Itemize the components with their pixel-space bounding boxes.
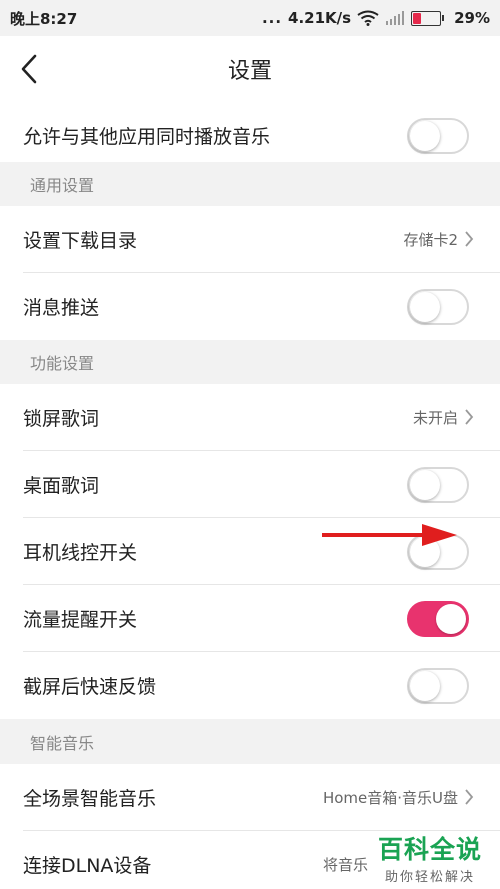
setting-row-data-alert: 流量提醒开关 bbox=[0, 585, 500, 652]
setting-label: 截屏后快速反馈 bbox=[23, 676, 157, 698]
battery-fill bbox=[413, 12, 422, 24]
lock-lyrics-value[interactable]: 未开启 bbox=[413, 407, 474, 428]
status-indicators: ... 4.21K/s 29% bbox=[262, 9, 490, 27]
toggle-mix-play[interactable] bbox=[407, 117, 469, 154]
setting-label: 消息推送 bbox=[23, 297, 100, 319]
setting-row-mix-play: 允许与其他应用同时播放音乐 bbox=[0, 102, 500, 169]
chevron-left-icon bbox=[21, 54, 37, 84]
status-time: 晚上8:27 bbox=[10, 9, 78, 28]
scene-music-value[interactable]: Home音箱·音乐U盘 bbox=[323, 787, 474, 808]
toggle-push[interactable] bbox=[407, 288, 469, 325]
setting-value: 存储卡2 bbox=[403, 230, 458, 249]
setting-row-scene-music[interactable]: 全场景智能音乐 Home音箱·音乐U盘 bbox=[0, 764, 500, 831]
toggle-data-alert[interactable] bbox=[407, 600, 469, 637]
setting-row-push: 消息推送 bbox=[0, 273, 500, 340]
toggle-knob bbox=[410, 120, 440, 151]
setting-label: 连接DLNA设备 bbox=[23, 855, 152, 877]
setting-label: 耳机线控开关 bbox=[23, 542, 138, 564]
status-bar: 晚上8:27 ... 4.21K/s 29% bbox=[0, 0, 500, 36]
page-title: 设置 bbox=[227, 59, 272, 84]
setting-value: Home音箱·音乐U盘 bbox=[322, 788, 458, 807]
section-header-general: 通用设置 bbox=[0, 162, 500, 206]
setting-row-lock-lyrics[interactable]: 锁屏歌词 未开启 bbox=[0, 384, 500, 451]
setting-label: 锁屏歌词 bbox=[23, 408, 100, 430]
battery-icon bbox=[411, 10, 445, 26]
toggle-knob bbox=[410, 670, 440, 701]
setting-row-screenshot-feedback: 截屏后快速反馈 bbox=[0, 652, 500, 719]
dlna-value[interactable]: 将音乐 bbox=[323, 854, 368, 875]
setting-row-desktop-lyrics: 桌面歌词 bbox=[0, 451, 500, 518]
annotation-arrow-icon bbox=[322, 524, 457, 546]
chevron-right-icon bbox=[465, 409, 474, 425]
battery-percent: 29% bbox=[454, 9, 490, 27]
section-header-features: 功能设置 bbox=[0, 340, 500, 384]
chevron-right-icon bbox=[465, 789, 474, 805]
app-header: 设置 bbox=[0, 36, 500, 102]
setting-row-download-dir[interactable]: 设置下载目录 存储卡2 bbox=[0, 206, 500, 273]
watermark-title: 百科全说 bbox=[377, 835, 482, 864]
watermark: 百科全说 助你轻松解决 bbox=[378, 830, 482, 885]
toggle-knob bbox=[410, 291, 440, 322]
toggle-knob bbox=[436, 603, 466, 634]
back-button[interactable] bbox=[18, 52, 48, 86]
setting-label: 设置下载目录 bbox=[23, 230, 138, 252]
toggle-desktop-lyrics[interactable] bbox=[407, 466, 469, 503]
wifi-icon bbox=[357, 10, 379, 26]
network-speed: 4.21K/s bbox=[288, 9, 352, 27]
setting-label: 全场景智能音乐 bbox=[23, 788, 157, 810]
setting-value: 未开启 bbox=[412, 408, 458, 427]
chevron-right-icon bbox=[465, 231, 474, 247]
download-dir-value[interactable]: 存储卡2 bbox=[403, 229, 474, 250]
setting-label: 桌面歌词 bbox=[23, 475, 100, 497]
setting-value: 将音乐 bbox=[322, 855, 368, 874]
section-header-smart: 智能音乐 bbox=[0, 720, 500, 764]
setting-label: 流量提醒开关 bbox=[23, 609, 138, 631]
setting-label: 允许与其他应用同时播放音乐 bbox=[23, 126, 271, 148]
signal-icon bbox=[385, 11, 405, 25]
more-notifications-dots: ... bbox=[261, 9, 283, 27]
watermark-subtitle: 助你轻松解决 bbox=[384, 870, 475, 885]
toggle-screenshot-feedback[interactable] bbox=[407, 667, 469, 704]
toggle-knob bbox=[410, 469, 440, 500]
